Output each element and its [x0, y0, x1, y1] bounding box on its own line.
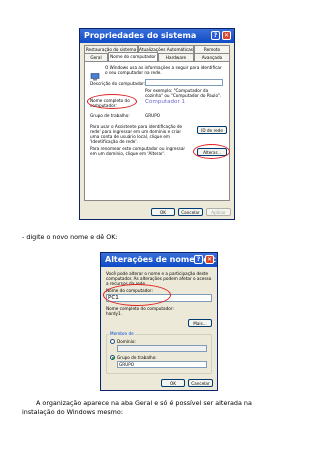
fullname-value: hardy1.: [106, 311, 122, 316]
rename-text: Para renomear este computador ou ingress…: [90, 146, 186, 156]
computer-icon: [90, 66, 100, 81]
member-of-label: Membro de: [109, 331, 135, 336]
tab-geral[interactable]: Geral: [84, 53, 108, 61]
help-icon[interactable]: ?: [211, 31, 220, 40]
apply-button[interactable]: Aplicar: [206, 208, 231, 216]
help-icon[interactable]: ?: [194, 255, 203, 264]
workgroup-label: Grupo de trabalho:: [117, 355, 157, 360]
system-properties-window: Propriedades do sistema ? ✕ Restauração …: [79, 28, 235, 220]
example-text: Por exemplo: "Computador da cozinha" ou …: [145, 88, 222, 98]
close-icon[interactable]: ✕: [222, 31, 231, 40]
window-title: Propriedades do sistema: [84, 31, 197, 40]
highlight-oval-name: [103, 284, 171, 306]
cancel-button[interactable]: Cancelar: [178, 208, 203, 216]
tab-nome-computador[interactable]: Nome do computador: [108, 52, 158, 61]
intro-text: O Windows usa as informações a seguir pa…: [105, 65, 222, 75]
ok-button[interactable]: OK: [151, 208, 175, 216]
domain-label: Domínio:: [117, 339, 136, 344]
domain-radio[interactable]: [110, 339, 115, 344]
cancel-button[interactable]: Cancelar: [188, 379, 213, 387]
close-icon[interactable]: ✕: [205, 255, 214, 264]
system-properties-titlebar: Propriedades do sistema ? ✕: [80, 29, 234, 43]
ok-button[interactable]: OK: [161, 379, 185, 387]
highlight-oval-change: [193, 144, 230, 159]
name-changes-titlebar: Alterações de nome do c... ? ✕: [101, 253, 217, 267]
tab-avancado[interactable]: Avançado: [194, 53, 230, 61]
intro-text: Você pode alterar o nome e a participaçã…: [106, 271, 212, 286]
tab-hardware[interactable]: Hardware: [158, 53, 194, 61]
computer-name-panel: O Windows usa as informações a seguir pa…: [84, 61, 230, 201]
tab-remoto[interactable]: Remoto: [194, 45, 230, 53]
wizard-text: Para usar o Assistente para identificaçã…: [90, 124, 183, 144]
workgroup-value: GRUPO: [145, 113, 161, 118]
workgroup-label: Grupo de trabalho:: [90, 113, 130, 118]
highlight-oval-fullname: [87, 94, 137, 109]
name-changes-window: Alterações de nome do c... ? ✕ Você pode…: [100, 252, 218, 391]
workgroup-radio[interactable]: [110, 355, 115, 360]
more-button[interactable]: Mais...: [188, 319, 212, 327]
workgroup-input[interactable]: GRUPO: [117, 361, 207, 368]
description-input[interactable]: [145, 79, 223, 86]
caption-organization: A organização aparece na aba Geral e só …: [22, 399, 252, 416]
description-label: Descrição do computador:: [90, 81, 146, 86]
caption-enter-name: - digite o novo nome e dê OK:: [22, 233, 118, 241]
network-id-button[interactable]: ID de rede: [197, 126, 227, 134]
fullname-value: Computador 1: [145, 99, 186, 105]
domain-input[interactable]: [117, 345, 207, 352]
